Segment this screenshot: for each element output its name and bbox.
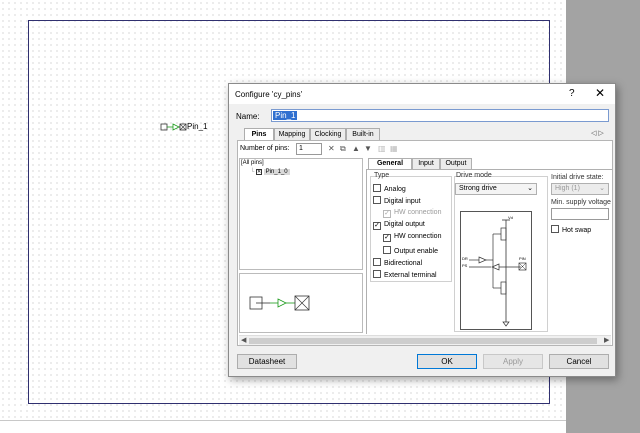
num-pins-label: Number of pins: bbox=[240, 145, 290, 152]
initial-drive-state-select[interactable]: High (1) ⌄ bbox=[551, 183, 609, 195]
type-option-checkbox[interactable]: Bidirectional bbox=[373, 257, 423, 267]
name-label: Name: bbox=[236, 112, 260, 121]
type-option-label: Digital output bbox=[384, 220, 425, 228]
close-icon[interactable]: ✕ bbox=[595, 86, 605, 100]
checkbox-box bbox=[373, 184, 381, 192]
type-option-label: HW connection bbox=[394, 208, 442, 216]
type-option-checkbox[interactable]: ✓ HW connection bbox=[383, 233, 442, 243]
dialog-titlebar[interactable]: Configure 'cy_pins' ? ✕ bbox=[229, 84, 615, 104]
drive-mode-diagram: Vd DR PS PIN bbox=[460, 211, 532, 330]
type-option-checkbox[interactable]: Digital input bbox=[373, 196, 421, 205]
move-down-icon[interactable]: ▼ bbox=[364, 144, 372, 153]
name-input[interactable]: Pin_1 bbox=[271, 109, 609, 122]
subtab-general[interactable]: General bbox=[368, 158, 412, 169]
tree-connector-icon: └ bbox=[250, 169, 255, 175]
ungroup-icon[interactable]: ▦ bbox=[390, 144, 398, 153]
pin-preview bbox=[239, 273, 363, 333]
initial-drive-state-value: High (1) bbox=[555, 185, 580, 192]
drive-mode-value: Strong drive bbox=[459, 185, 497, 192]
scrollbar-thumb[interactable] bbox=[249, 338, 597, 344]
general-tab-body: Type Analog Digital input ✓ HW connection ✓ D… bbox=[366, 169, 612, 334]
name-input-value: Pin_1 bbox=[273, 111, 298, 120]
pins-panel: Number of pins: 1 ✕ ⧉ ▲ ▼ ▥ ▦ [All pins]… bbox=[237, 140, 613, 346]
copy-pin-icon[interactable]: ⧉ bbox=[340, 144, 346, 154]
scroll-left-icon[interactable]: ◀ bbox=[241, 336, 246, 344]
checkmark-icon: ✓ bbox=[373, 221, 381, 230]
type-group-label: Type bbox=[374, 172, 390, 179]
drive-mode-select[interactable]: Strong drive ⌄ bbox=[455, 183, 537, 195]
subtab-output[interactable]: Output bbox=[440, 158, 472, 169]
group-icon[interactable]: ▥ bbox=[378, 144, 386, 153]
checkbox-box bbox=[373, 196, 381, 205]
canvas-status-strip bbox=[0, 420, 566, 433]
hot-swap-box bbox=[551, 225, 559, 233]
type-option-label: External terminal bbox=[384, 272, 437, 280]
type-option-checkbox[interactable]: Output enable bbox=[383, 245, 438, 255]
num-pins-input[interactable]: 1 bbox=[296, 143, 322, 155]
tab-scroll-arrows[interactable]: ◁ ▷ bbox=[591, 129, 604, 137]
tree-item-pin[interactable]: └ ✕ Pin_1_0 bbox=[250, 169, 290, 175]
type-option-label: Digital input bbox=[384, 198, 421, 206]
tab-mapping[interactable]: Mapping bbox=[274, 128, 310, 140]
initial-drive-state-label: Initial drive state: bbox=[551, 174, 604, 181]
scroll-right-icon[interactable]: ▶ bbox=[604, 336, 609, 344]
chevron-down-icon: ⌄ bbox=[527, 185, 533, 192]
ok-button[interactable]: OK bbox=[417, 354, 477, 369]
type-option-label: Output enable bbox=[394, 247, 438, 255]
pin-tree[interactable]: [All pins] └ ✕ Pin_1_0 bbox=[239, 158, 363, 270]
pin-preview-icon bbox=[249, 295, 310, 311]
diagram-ps-label: PS bbox=[462, 263, 468, 268]
min-supply-label: Min. supply voltage bbox=[551, 199, 611, 206]
cancel-button[interactable]: Cancel bbox=[549, 354, 609, 369]
tree-pin-label: Pin_1_0 bbox=[263, 169, 290, 175]
checkbox-box bbox=[383, 245, 391, 254]
apply-button[interactable]: Apply bbox=[483, 354, 543, 369]
pin-symbol-label: Pin_1 bbox=[187, 122, 208, 131]
checkbox-box bbox=[373, 257, 381, 266]
diagram-pin-label: PIN bbox=[519, 256, 526, 261]
type-option-label: HW connection bbox=[394, 233, 442, 241]
type-option-label: Bidirectional bbox=[384, 259, 423, 267]
hot-swap-label: Hot swap bbox=[562, 227, 592, 234]
pin-cross-icon: ✕ bbox=[255, 169, 262, 175]
tab-built-in[interactable]: Built-in bbox=[346, 128, 380, 140]
type-option-checkbox[interactable]: External terminal bbox=[373, 270, 437, 279]
type-option-checkbox[interactable]: ✓ HW connection bbox=[383, 209, 441, 218]
horizontal-scrollbar[interactable]: ◀ ▶ bbox=[239, 335, 611, 345]
checkmark-icon: ✓ bbox=[383, 234, 391, 243]
tab-clocking[interactable]: Clocking bbox=[310, 128, 346, 140]
type-option-checkbox[interactable]: Analog bbox=[373, 184, 406, 193]
checkmark-icon: ✓ bbox=[383, 209, 391, 218]
hot-swap-checkbox[interactable]: Hot swap bbox=[551, 225, 591, 234]
tree-all-pins[interactable]: [All pins] bbox=[241, 160, 264, 166]
help-button[interactable]: ? bbox=[569, 88, 575, 99]
type-option-label: Analog bbox=[384, 186, 406, 193]
drive-mode-label: Drive mode bbox=[456, 172, 492, 179]
pins-toolbar: Number of pins: 1 ✕ ⧉ ▲ ▼ ▥ ▦ bbox=[238, 141, 612, 157]
diagram-dr-label: DR bbox=[462, 256, 468, 261]
delete-pin-icon[interactable]: ✕ bbox=[328, 144, 335, 153]
datasheet-button[interactable]: Datasheet bbox=[237, 354, 297, 369]
min-supply-input[interactable] bbox=[551, 208, 609, 220]
diagram-vdd-label: Vd bbox=[508, 215, 513, 220]
checkbox-box bbox=[373, 270, 381, 279]
chevron-down-icon: ⌄ bbox=[599, 185, 605, 192]
dialog-title: Configure 'cy_pins' bbox=[235, 90, 303, 99]
subtab-input[interactable]: Input bbox=[412, 158, 440, 169]
move-up-icon[interactable]: ▲ bbox=[352, 144, 360, 153]
configure-dialog: Configure 'cy_pins' ? ✕ Name: Pin_1 Pins… bbox=[228, 83, 616, 377]
type-option-checkbox[interactable]: ✓ Digital output bbox=[373, 221, 425, 230]
